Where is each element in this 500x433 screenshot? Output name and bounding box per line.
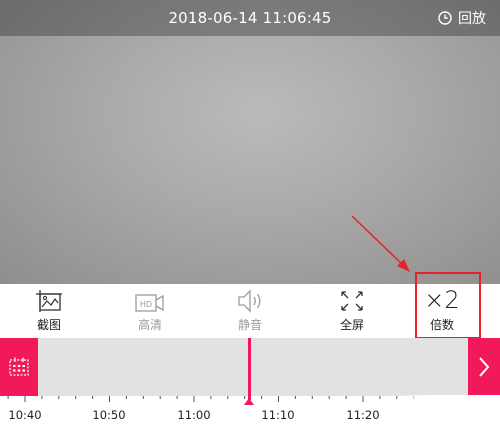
screenshot-icon <box>36 290 62 312</box>
annotation-highlight-box <box>415 272 481 339</box>
screenshot-label: 截图 <box>36 318 61 332</box>
video-viewport[interactable] <box>0 0 500 284</box>
next-page-button[interactable] <box>468 338 500 396</box>
time-tick-label: 11:20 <box>346 408 380 422</box>
timeline-playhead[interactable] <box>248 338 251 400</box>
speaker-icon <box>238 289 261 313</box>
fullscreen-button[interactable]: 全屏 <box>312 284 392 338</box>
screenshot-button[interactable]: 截图 <box>9 284 89 338</box>
time-tick-label: 11:00 <box>177 408 211 422</box>
time-tick-label: 10:40 <box>8 408 42 422</box>
watermark-fade <box>395 395 500 433</box>
calendar-icon <box>9 357 29 376</box>
hd-video-icon: HD <box>135 294 164 312</box>
hd-button[interactable]: HD 高清 <box>110 284 190 338</box>
mute-button[interactable]: 静音 <box>210 284 290 338</box>
fullscreen-label: 全屏 <box>339 318 364 332</box>
annotation-arrow <box>351 215 410 272</box>
top-bar: 2018-06-14 11:06:45 回放 <box>0 0 500 36</box>
clock-icon <box>438 11 452 25</box>
time-tick-label: 11:10 <box>261 408 295 422</box>
fullscreen-icon <box>341 291 363 311</box>
chevron-right-icon <box>479 357 490 377</box>
playback-label: 回放 <box>458 11 486 27</box>
video-datetime: 2018-06-14 11:06:45 <box>168 9 332 27</box>
svg-text:HD: HD <box>140 300 152 309</box>
time-tick-label: 10:50 <box>92 408 126 422</box>
playback-button[interactable]: 回放 <box>438 8 486 28</box>
calendar-button[interactable] <box>0 338 38 396</box>
hd-label: 高清 <box>137 318 162 332</box>
mute-label: 静音 <box>237 318 262 332</box>
